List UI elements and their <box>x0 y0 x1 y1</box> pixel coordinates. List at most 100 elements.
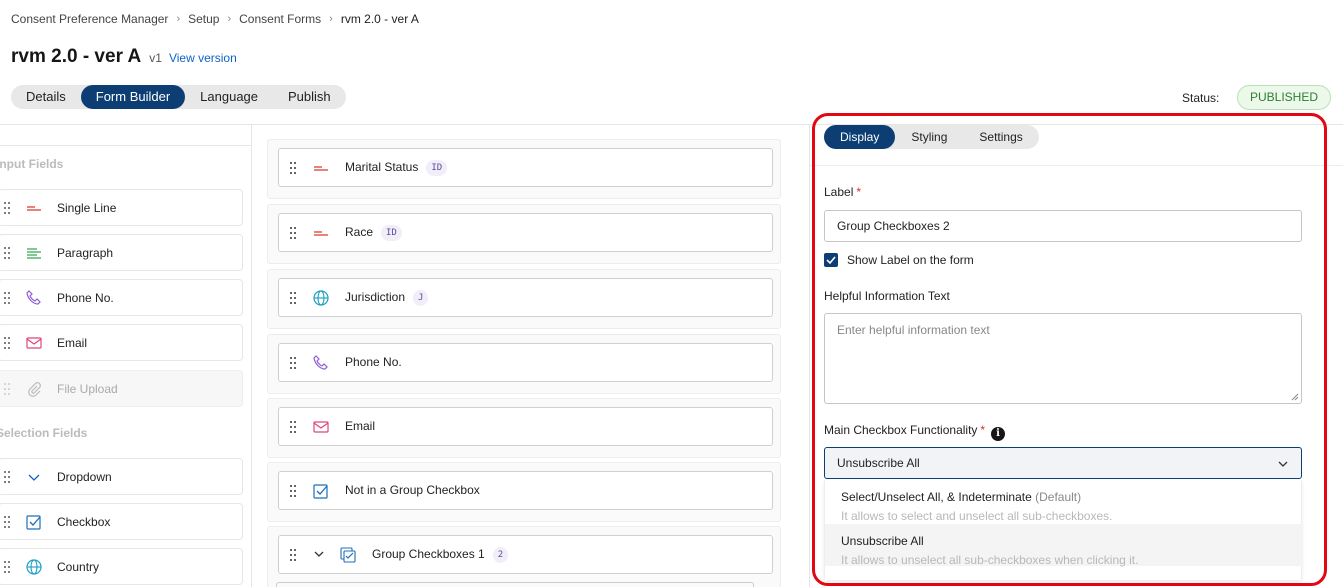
drag-handle-icon[interactable] <box>4 516 10 528</box>
tab-language[interactable]: Language <box>185 85 273 109</box>
breadcrumb-item-consent-forms[interactable]: Consent Forms <box>239 12 321 26</box>
canvas-field-wrapper: Not in a Group Checkbox <box>267 462 781 522</box>
canvas-field-not-in-group-checkbox[interactable]: Not in a Group Checkbox <box>278 471 773 510</box>
canvas-field-wrapper: Phone No. <box>267 334 781 394</box>
required-mark: * <box>856 185 862 199</box>
properties-panel: Display Styling Settings Label * Group Ch… <box>809 125 1343 587</box>
functionality-select[interactable]: Unsubscribe All <box>824 447 1302 479</box>
drag-handle-icon[interactable] <box>290 421 296 433</box>
breadcrumb-separator-icon: › <box>227 13 232 25</box>
helpful-info-textarea[interactable]: Enter helpful information text <box>824 313 1302 404</box>
palette-item-file-upload[interactable]: File Upload <box>0 370 243 407</box>
resize-grip-icon[interactable] <box>1291 393 1299 401</box>
drag-handle-icon[interactable] <box>290 292 296 304</box>
dropdown-option-unsubscribe-all[interactable]: Unsubscribe All It allows to unselect al… <box>825 524 1303 567</box>
canvas-field-label-wrap: Group Checkboxes 1 2 <box>372 547 509 563</box>
email-icon <box>313 421 329 433</box>
drag-handle-icon[interactable] <box>290 549 296 561</box>
label-field-title-text: Label <box>824 185 854 199</box>
canvas-field-email[interactable]: Email <box>278 407 773 446</box>
tab-form-builder[interactable]: Form Builder <box>80 85 186 109</box>
input-fields-heading: Input Fields <box>0 157 64 171</box>
chevron-down-icon <box>28 474 40 481</box>
canvas-field-wrapper: Race ID <box>267 204 781 264</box>
properties-header-divider <box>810 165 1343 166</box>
palette-item-label: Dropdown <box>57 470 112 484</box>
show-label-checkbox[interactable] <box>824 253 838 267</box>
option-title: Unsubscribe All <box>841 534 924 548</box>
canvas-field-wrapper: Jurisdiction J <box>267 269 781 329</box>
drag-handle-icon[interactable] <box>290 162 296 174</box>
breadcrumb: Consent Preference Manager › Setup › Con… <box>11 12 419 26</box>
paperclip-icon <box>28 382 41 397</box>
page-title: rvm 2.0 - ver A <box>11 46 142 67</box>
field-palette: Input Fields Single Line Paragraph Phone… <box>0 125 252 587</box>
single-line-icon <box>314 231 328 236</box>
palette-item-paragraph[interactable]: Paragraph <box>0 234 243 271</box>
breadcrumb-separator-icon: › <box>329 13 333 25</box>
canvas-field-phone[interactable]: Phone No. <box>278 343 773 382</box>
palette-item-label: File Upload <box>57 382 118 396</box>
tab-styling[interactable]: Styling <box>895 125 963 149</box>
breadcrumb-item-consent-preference-manager[interactable]: Consent Preference Manager <box>11 12 168 26</box>
tab-publish[interactable]: Publish <box>273 85 346 109</box>
phone-icon <box>26 290 41 305</box>
canvas-field-label: Marital Status <box>345 160 419 174</box>
palette-item-label: Checkbox <box>57 515 111 529</box>
option-default-suffix: (Default) <box>1035 490 1082 504</box>
canvas-field-label: Not in a Group Checkbox <box>345 483 480 497</box>
breadcrumb-item-setup[interactable]: Setup <box>188 12 219 26</box>
main-tabs: Details Form Builder Language Publish <box>11 85 346 109</box>
palette-item-label: Country <box>57 560 100 574</box>
palette-item-email[interactable]: Email <box>0 324 243 361</box>
canvas-field-wrapper: Email <box>267 398 781 458</box>
tab-settings[interactable]: Settings <box>963 125 1038 149</box>
palette-item-label: Paragraph <box>57 246 114 260</box>
canvas-field-race[interactable]: Race ID <box>278 213 773 252</box>
drag-handle-icon[interactable] <box>290 227 296 239</box>
drag-handle-icon[interactable] <box>4 202 10 214</box>
option-title-row: Select/Unselect All, & Indeterminate (De… <box>841 490 1287 504</box>
palette-item-country[interactable]: Country <box>0 548 243 585</box>
palette-item-checkbox[interactable]: Checkbox <box>0 503 243 540</box>
drag-handle-icon[interactable] <box>290 485 296 497</box>
canvas-field-label: Phone No. <box>345 355 402 369</box>
palette-item-label: Phone No. <box>57 291 114 305</box>
drag-handle-icon[interactable] <box>4 337 10 349</box>
canvas-field-label: Race <box>345 225 374 239</box>
palette-item-single-line[interactable]: Single Line <box>0 189 243 226</box>
canvas-field-label: Group Checkboxes 1 <box>372 547 485 561</box>
globe-icon <box>313 290 329 306</box>
option-description: It allows to select and unselect all sub… <box>841 509 1113 523</box>
option-title: Select/Unselect All, & Indeterminate <box>841 490 1032 504</box>
canvas-field-wrapper: Marital Status ID <box>267 139 781 199</box>
drag-handle-icon[interactable] <box>4 561 10 573</box>
palette-item-dropdown[interactable]: Dropdown <box>0 458 243 495</box>
canvas-field-jurisdiction[interactable]: Jurisdiction J <box>278 278 773 317</box>
group-checkbox-icon <box>340 547 356 563</box>
drag-handle-icon[interactable] <box>290 357 296 369</box>
drag-handle-icon[interactable] <box>4 247 10 259</box>
title-row: rvm 2.0 - ver A v1 View version <box>11 46 237 68</box>
tab-display[interactable]: Display <box>824 125 896 149</box>
functionality-dropdown-menu: Select/Unselect All, & Indeterminate (De… <box>824 480 1303 580</box>
palette-item-phone[interactable]: Phone No. <box>0 279 243 316</box>
tab-details[interactable]: Details <box>11 85 81 109</box>
label-field-title: Label * <box>824 185 861 199</box>
canvas-field-label: Jurisdiction <box>345 290 406 304</box>
field-tag: 2 <box>492 547 509 563</box>
view-version-link[interactable]: View version <box>169 51 237 65</box>
required-mark: * <box>980 423 986 437</box>
info-icon[interactable]: i <box>991 427 1006 441</box>
breadcrumb-item-current: rvm 2.0 - ver A <box>340 12 419 26</box>
canvas-field-group-checkboxes-1[interactable]: Group Checkboxes 1 2 <box>278 535 773 574</box>
helpful-info-placeholder: Enter helpful information text <box>837 323 990 337</box>
field-tag: J <box>413 290 429 306</box>
label-input[interactable]: Group Checkboxes 2 <box>824 210 1302 242</box>
chevron-down-icon[interactable] <box>313 548 325 560</box>
canvas-field-marital-status[interactable]: Marital Status ID <box>278 148 773 187</box>
drag-handle-icon[interactable] <box>4 292 10 304</box>
drag-handle-icon[interactable] <box>4 471 10 483</box>
dropdown-option-select-unselect-all[interactable]: Select/Unselect All, & Indeterminate (De… <box>825 480 1303 523</box>
functionality-title-text: Main Checkbox Functionality <box>824 423 978 437</box>
